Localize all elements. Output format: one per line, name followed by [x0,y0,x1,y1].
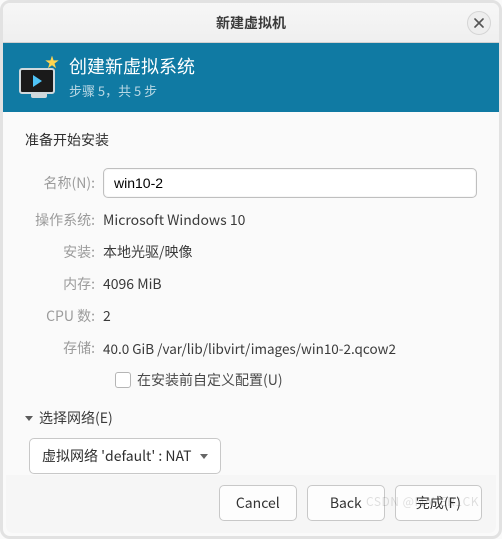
network-selection: 虚拟网络 'default' : NAT [42,446,192,466]
customize-label: 在安装前自定义配置(U) [137,370,283,390]
network-header-label: 选择网络(E) [39,408,113,428]
wizard-banner: 创建新虚拟系统 步骤 5，共 5 步 [3,43,499,112]
memory-value: 4096 MiB [103,274,162,294]
finish-button[interactable]: 完成(F) [395,485,482,521]
memory-label: 内存: [25,274,103,294]
chevron-down-icon [200,454,208,459]
customize-checkbox-row[interactable]: 在安装前自定义配置(U) [115,370,477,390]
window-title: 新建虚拟机 [216,13,286,33]
back-button[interactable]: Back [307,485,385,521]
vm-icon [17,60,57,94]
banner-subtitle: 步骤 5，共 5 步 [69,81,195,100]
close-button[interactable] [467,11,491,35]
network-dropdown[interactable]: 虚拟网络 'default' : NAT [29,438,221,474]
content-area: 准备开始安装 名称(N): 操作系统: Microsoft Windows 10… [3,112,499,530]
cancel-button[interactable]: Cancel [219,485,297,521]
install-label: 安装: [25,242,103,262]
ready-heading: 准备开始安装 [25,130,477,150]
name-label: 名称(N): [25,173,103,193]
storage-value: 40.0 GiB /var/lib/libvirt/images/win10-2… [103,338,396,358]
banner-title: 创建新虚拟系统 [69,53,195,79]
storage-label: 存储: [25,338,103,358]
install-value: 本地光驱/映像 [103,242,193,262]
os-value: Microsoft Windows 10 [103,210,245,230]
cpu-label: CPU 数: [25,306,103,326]
network-expander[interactable]: 选择网络(E) [25,408,477,428]
name-input[interactable] [103,168,477,198]
chevron-down-icon [25,416,33,421]
cpu-value: 2 [103,306,111,326]
close-icon [474,18,484,28]
action-bar: Cancel Back 完成(F) [6,475,496,533]
customize-checkbox[interactable] [115,372,131,388]
titlebar: 新建虚拟机 [3,3,499,43]
os-label: 操作系统: [25,210,103,230]
